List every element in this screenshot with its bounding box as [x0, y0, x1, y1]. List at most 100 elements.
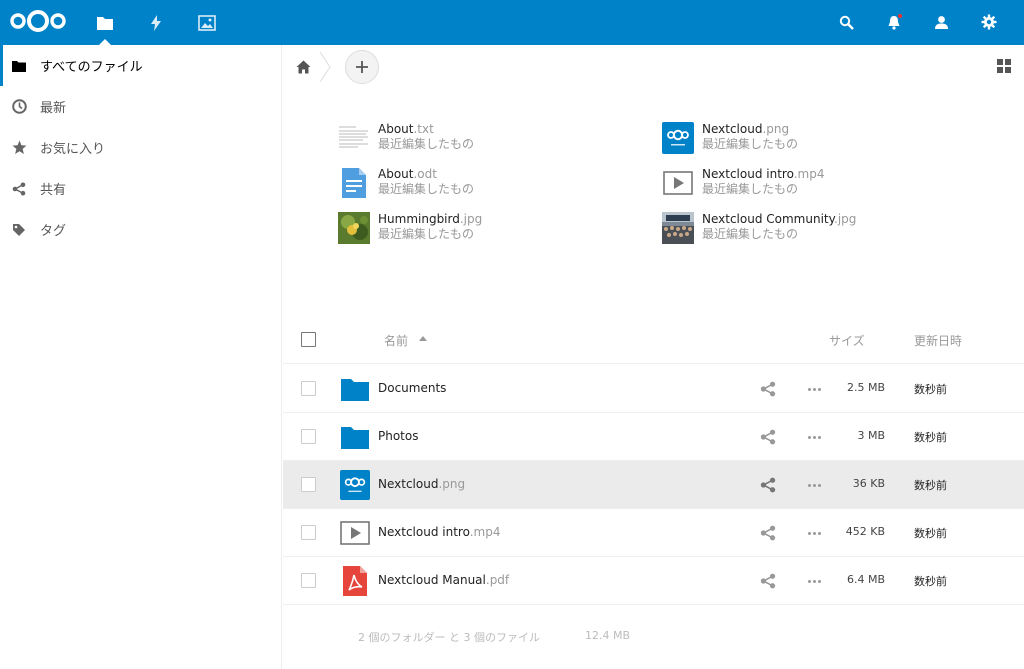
- share-icon[interactable]: [760, 429, 776, 445]
- column-size-header[interactable]: サイズ: [829, 332, 865, 349]
- nextcloud-thumb-icon: [339, 469, 371, 501]
- file-modified: 数秒前: [914, 479, 947, 492]
- share-icon[interactable]: [760, 573, 776, 589]
- file-modified: 数秒前: [914, 527, 947, 540]
- settings-icon[interactable]: [979, 12, 999, 32]
- folder-icon: [11, 58, 27, 74]
- column-name-header[interactable]: 名前: [384, 332, 408, 349]
- recent-file-name: Nextcloud intro.mp4: [702, 167, 825, 181]
- more-actions-icon[interactable]: [804, 525, 824, 541]
- recent-item[interactable]: Nextcloud Community.jpg 最近編集したもの: [662, 212, 962, 252]
- recent-item[interactable]: Nextcloud intro.mp4 最近編集したもの: [662, 167, 962, 207]
- recent-item[interactable]: Nextcloud.png 最近編集したもの: [662, 122, 962, 162]
- files-app-icon[interactable]: [89, 0, 121, 45]
- breadcrumb-separator: [319, 52, 331, 82]
- recent-subtitle: 最近編集したもの: [378, 182, 475, 196]
- notification-badge: [897, 13, 903, 19]
- row-checkbox[interactable]: [301, 525, 316, 540]
- share-icon: [11, 181, 27, 197]
- gallery-app-icon[interactable]: [191, 0, 223, 45]
- file-size: 3 MB: [857, 429, 885, 442]
- select-all-checkbox[interactable]: [301, 332, 316, 347]
- table-row[interactable]: Documents 2.5 MB 数秒前: [283, 365, 1024, 413]
- nav-label: すべてのファイル: [40, 60, 143, 75]
- recent-item[interactable]: About.odt 最近編集したもの: [338, 167, 638, 207]
- nextcloud-logo-icon[interactable]: [9, 9, 67, 33]
- table-row[interactable]: Nextcloud.png 36 KB 数秒前: [283, 461, 1024, 509]
- recent-subtitle: 最近編集したもの: [378, 137, 475, 151]
- table-row[interactable]: Nextcloud Manual.pdf 6.4 MB 数秒前: [283, 557, 1024, 605]
- more-actions-icon[interactable]: [804, 429, 824, 445]
- recent-file-name: Nextcloud Community.jpg: [702, 212, 857, 226]
- recent-subtitle: 最近編集したもの: [702, 227, 799, 241]
- nav-label: タグ: [40, 224, 67, 239]
- new-file-button[interactable]: [345, 50, 379, 84]
- nav-label: お気に入り: [40, 142, 106, 157]
- file-size: 452 KB: [845, 525, 885, 538]
- column-modified-header[interactable]: 更新日時: [914, 332, 962, 349]
- more-actions-icon[interactable]: [804, 381, 824, 397]
- video-icon: [339, 517, 371, 549]
- community-thumb-icon: [662, 212, 694, 244]
- text-thumb-icon: [338, 122, 370, 154]
- nav-label: 共有: [40, 183, 67, 198]
- recent-subtitle: 最近編集したもの: [378, 227, 475, 241]
- activity-app-icon[interactable]: [140, 0, 172, 45]
- folder-icon: [339, 373, 371, 405]
- file-name[interactable]: Nextcloud.png: [378, 477, 465, 491]
- share-icon[interactable]: [760, 381, 776, 397]
- top-header: [0, 0, 1024, 45]
- recent-file-name: Hummingbird.jpg: [378, 212, 483, 226]
- recent-file-name: Nextcloud.png: [702, 122, 790, 136]
- files-content: About.txt 最近編集したもの Nextcloud.png 最近編集したも…: [283, 45, 1024, 669]
- total-size: 12.4 MB: [585, 629, 631, 642]
- row-checkbox[interactable]: [301, 381, 316, 396]
- search-icon[interactable]: [836, 12, 856, 32]
- file-modified: 数秒前: [914, 383, 947, 396]
- table-row[interactable]: Photos 3 MB 数秒前: [283, 413, 1024, 461]
- row-checkbox[interactable]: [301, 573, 316, 588]
- more-actions-icon[interactable]: [804, 477, 824, 493]
- row-checkbox[interactable]: [301, 477, 316, 492]
- pdf-icon: [339, 565, 371, 597]
- file-name[interactable]: Documents: [378, 381, 446, 395]
- contacts-icon[interactable]: [931, 12, 951, 32]
- file-size: 6.4 MB: [846, 573, 885, 586]
- recent-item[interactable]: About.txt 最近編集したもの: [338, 122, 638, 162]
- file-name[interactable]: Nextcloud Manual.pdf: [378, 573, 509, 587]
- document-thumb-icon: [338, 167, 370, 199]
- file-table-header: 名前 サイズ 更新日時: [283, 318, 1024, 364]
- video-thumb-icon: [662, 167, 694, 199]
- nav-tags[interactable]: タグ: [0, 209, 281, 250]
- app-navigation: すべてのファイル 最新 お気に入り 共有 タグ: [0, 45, 282, 669]
- nav-favorites[interactable]: お気に入り: [0, 127, 281, 168]
- nav-shares[interactable]: 共有: [0, 168, 281, 209]
- file-modified: 数秒前: [914, 575, 947, 588]
- clock-icon: [11, 99, 27, 115]
- recent-subtitle: 最近編集したもの: [702, 137, 799, 151]
- nav-recent[interactable]: 最新: [0, 86, 281, 127]
- photo-thumb-icon: [338, 212, 370, 244]
- star-icon: [11, 140, 27, 156]
- table-row[interactable]: Nextcloud intro.mp4 452 KB 数秒前: [283, 509, 1024, 557]
- home-icon[interactable]: [294, 58, 312, 76]
- nav-all-files[interactable]: すべてのファイル: [0, 45, 281, 86]
- tag-icon: [11, 222, 27, 238]
- share-icon[interactable]: [760, 477, 776, 493]
- file-name[interactable]: Photos: [378, 429, 418, 443]
- recent-file-name: About.odt: [378, 167, 437, 181]
- row-checkbox[interactable]: [301, 429, 316, 444]
- file-size: 36 KB: [852, 477, 885, 490]
- recent-item[interactable]: Hummingbird.jpg 最近編集したもの: [338, 212, 638, 252]
- more-actions-icon[interactable]: [804, 573, 824, 589]
- sort-ascending-icon[interactable]: [419, 336, 427, 341]
- file-name[interactable]: Nextcloud intro.mp4: [378, 525, 500, 539]
- share-icon[interactable]: [760, 525, 776, 541]
- notifications-icon[interactable]: [884, 12, 904, 32]
- file-summary: 2 個のフォルダー と 3 個のファイル: [358, 631, 540, 644]
- nextcloud-thumb-icon: [662, 122, 694, 154]
- plus-icon: [356, 61, 368, 73]
- recent-file-name: About.txt: [378, 122, 434, 136]
- grid-view-icon[interactable]: [997, 59, 1011, 73]
- recent-subtitle: 最近編集したもの: [702, 182, 799, 196]
